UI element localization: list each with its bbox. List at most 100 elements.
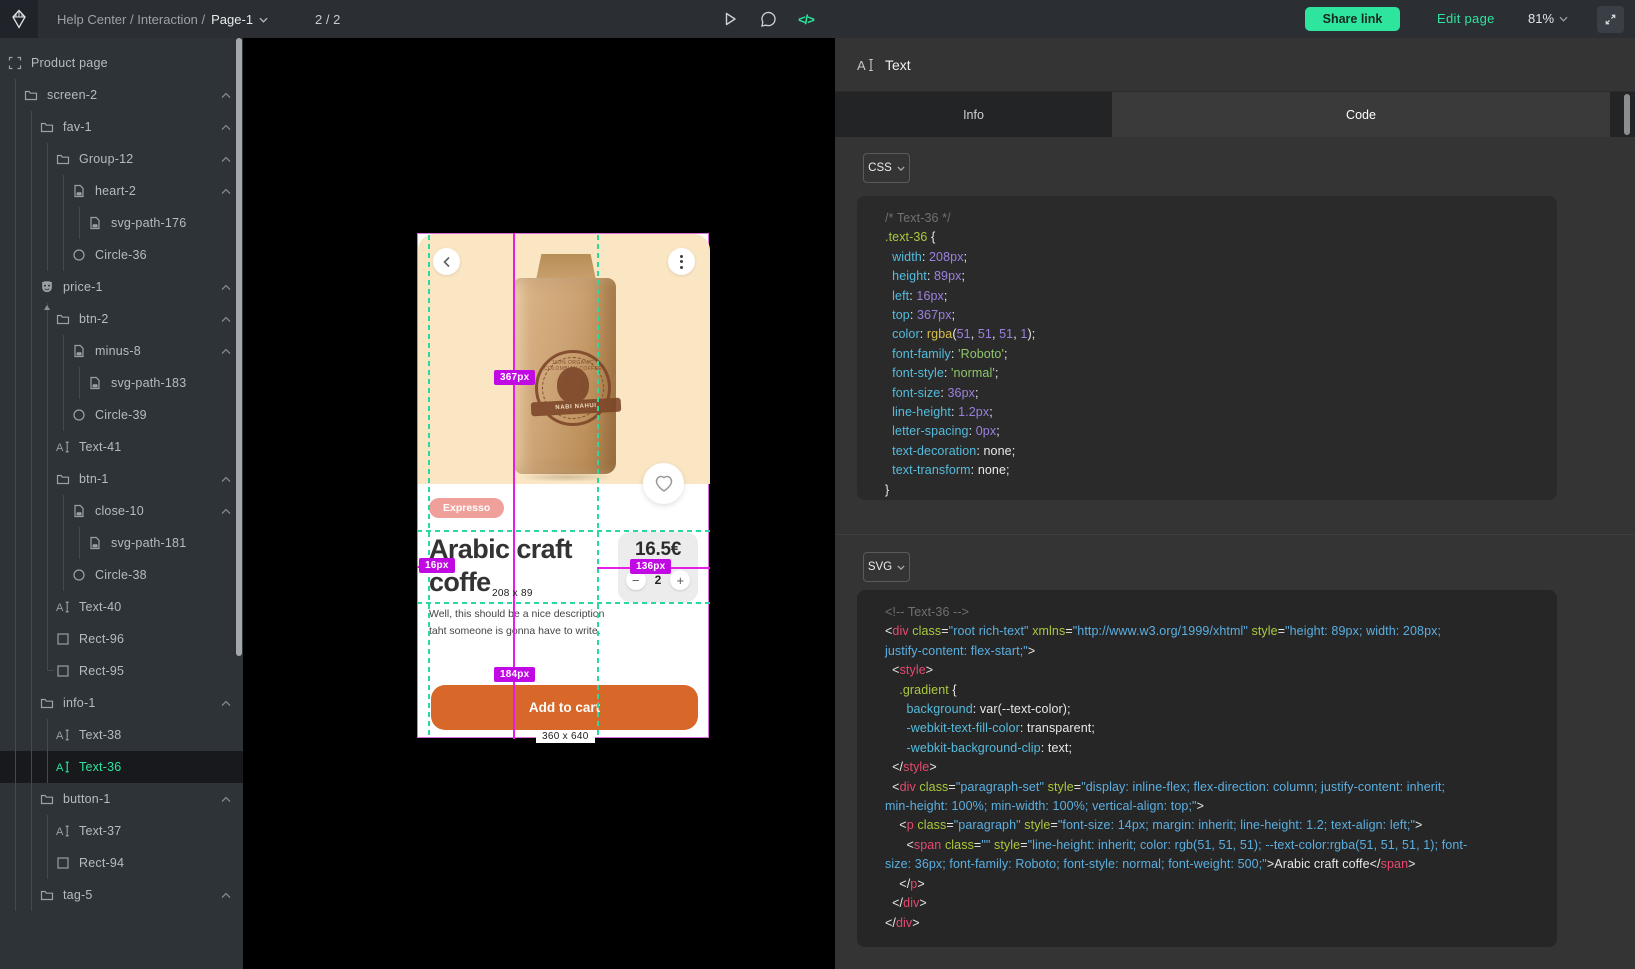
pen-nib-icon — [9, 9, 29, 29]
chevron-up-icon[interactable] — [221, 188, 231, 195]
category-tag[interactable]: Expresso — [429, 498, 504, 518]
svg-icon — [72, 504, 86, 518]
layer-label: Circle-39 — [95, 408, 147, 422]
chevron-up-icon[interactable] — [221, 284, 231, 291]
layer-row-Product page[interactable]: Product page — [0, 47, 243, 79]
chevron-up-icon[interactable] — [221, 508, 231, 515]
code-line: text-decoration: none; — [885, 442, 1539, 461]
tree-guide-line — [47, 207, 48, 239]
zoom-level-value: 81% — [1528, 11, 1554, 26]
code-line: font-size: 36px; — [885, 384, 1539, 403]
layer-row-Circle-38[interactable]: Circle-38 — [0, 559, 243, 591]
edit-page-link[interactable]: Edit page — [1437, 11, 1495, 26]
layer-row-Circle-36[interactable]: Circle-36 — [0, 239, 243, 271]
screen-frame: 100% ORGANIC COLOMBIAN COFFEE NABI NAHUI… — [417, 233, 709, 738]
favorite-button[interactable] — [643, 463, 684, 504]
code-line: background: var(--text-color); — [885, 700, 1539, 719]
code-line: <span class="" style="line-height: inher… — [885, 836, 1539, 855]
folder-icon — [56, 472, 70, 486]
code-view-button[interactable]: </> — [792, 5, 820, 33]
layer-row-Group-12[interactable]: Group-12 — [0, 143, 243, 175]
tree-guide-line — [15, 623, 16, 655]
tree-guide-line — [15, 655, 16, 687]
svg-icon — [88, 216, 102, 230]
measurement-label-left: 16px — [419, 558, 455, 573]
layer-row-Text-37[interactable]: AText-37 — [0, 815, 243, 847]
text-icon: A — [56, 760, 70, 774]
layer-row-close-10[interactable]: close-10 — [0, 495, 243, 527]
code-line: <p class="paragraph" style="font-size: 1… — [885, 816, 1539, 835]
layer-row-Text-41[interactable]: AText-41 — [0, 431, 243, 463]
css-format-select[interactable]: CSS — [863, 153, 910, 183]
rect-icon — [56, 632, 70, 646]
back-button[interactable] — [433, 248, 460, 275]
layer-row-Text-38[interactable]: AText-38 — [0, 719, 243, 751]
chevron-up-icon[interactable] — [221, 92, 231, 99]
page-counter: 2 / 2 — [315, 0, 340, 38]
chevron-up-icon[interactable] — [221, 796, 231, 803]
code-line: </p> — [885, 875, 1539, 894]
comment-button[interactable] — [754, 5, 782, 33]
svg-format-select[interactable]: SVG — [863, 552, 910, 582]
tree-guide-line — [15, 399, 16, 431]
add-to-cart-button[interactable]: Add to cart — [431, 685, 698, 730]
breadcrumb[interactable]: Help Center / Interaction / Page-1 — [57, 0, 268, 38]
chevron-up-icon[interactable] — [221, 476, 231, 483]
design-canvas[interactable]: 100% ORGANIC COLOMBIAN COFFEE NABI NAHUI… — [243, 38, 835, 969]
layer-label: Rect-94 — [79, 856, 124, 870]
chevron-up-icon[interactable] — [221, 700, 231, 707]
layer-row-Rect-94[interactable]: Rect-94 — [0, 847, 243, 879]
app-logo[interactable] — [0, 0, 38, 38]
layer-row-price-1[interactable]: price-1 — [0, 271, 243, 303]
layer-row-screen-2[interactable]: screen-2 — [0, 79, 243, 111]
layer-row-Circle-39[interactable]: Circle-39 — [0, 399, 243, 431]
layer-row-svg-path-183[interactable]: svg-path-183 — [0, 367, 243, 399]
fullscreen-button[interactable] — [1597, 6, 1624, 33]
layer-row-btn-1[interactable]: btn-1 — [0, 463, 243, 495]
layer-row-Text-36[interactable]: AText-36 — [0, 751, 243, 783]
chevron-up-icon[interactable] — [221, 124, 231, 131]
css-code-block[interactable]: /* Text-36 */.text-36 { width: 208px; he… — [857, 196, 1557, 500]
code-line: justify-content: flex-start;"> — [885, 642, 1539, 661]
sidebar-scrollbar[interactable] — [236, 38, 242, 656]
more-options-button[interactable] — [668, 248, 695, 275]
tree-guide-line — [31, 143, 32, 175]
layer-row-tag-5[interactable]: tag-5 — [0, 879, 243, 911]
chevron-up-icon[interactable] — [221, 316, 231, 323]
layer-row-button-1[interactable]: button-1 — [0, 783, 243, 815]
layer-row-Rect-95[interactable]: Rect-95 — [0, 655, 243, 687]
tab-code[interactable]: Code — [1112, 92, 1610, 137]
tree-guide-line — [15, 367, 16, 399]
layer-label: price-1 — [63, 280, 103, 294]
zoom-level-control[interactable]: 81% — [1528, 11, 1568, 26]
breadcrumb-page: Page-1 — [211, 12, 253, 27]
tab-info[interactable]: Info — [835, 92, 1112, 137]
svg-text:A: A — [56, 826, 64, 838]
tree-guide-line — [63, 559, 64, 591]
layer-row-fav-1[interactable]: fav-1 — [0, 111, 243, 143]
layer-row-minus-8[interactable]: minus-8 — [0, 335, 243, 367]
layer-row-heart-2[interactable]: heart-2 — [0, 175, 243, 207]
chevron-up-icon[interactable] — [221, 156, 231, 163]
share-link-button[interactable]: Share link — [1305, 7, 1400, 31]
layer-row-Text-40[interactable]: AText-40 — [0, 591, 243, 623]
circle-icon — [72, 248, 86, 262]
chevron-down-icon[interactable] — [259, 17, 268, 23]
tree-guide-line — [15, 879, 16, 911]
layer-row-svg-path-176[interactable]: svg-path-176 — [0, 207, 243, 239]
layer-row-btn-2[interactable]: btn-2 — [0, 303, 243, 335]
layer-row-Rect-96[interactable]: Rect-96 — [0, 623, 243, 655]
svg-code-block[interactable]: <!-- Text-36 --><div class="root rich-te… — [857, 590, 1557, 947]
panel-scrollbar[interactable] — [1624, 94, 1630, 135]
svg-text:A: A — [56, 762, 64, 774]
frame-icon — [8, 56, 22, 70]
play-button[interactable] — [716, 5, 744, 33]
svg-text:A: A — [56, 602, 64, 614]
layer-row-info-1[interactable]: info-1 — [0, 687, 243, 719]
tree-guide-line — [63, 495, 64, 527]
plus-button[interactable]: + — [670, 570, 690, 590]
layer-row-svg-path-181[interactable]: svg-path-181 — [0, 527, 243, 559]
chevron-up-icon[interactable] — [221, 892, 231, 899]
chevron-up-icon[interactable] — [221, 348, 231, 355]
code-line: /* Text-36 */ — [885, 209, 1539, 228]
